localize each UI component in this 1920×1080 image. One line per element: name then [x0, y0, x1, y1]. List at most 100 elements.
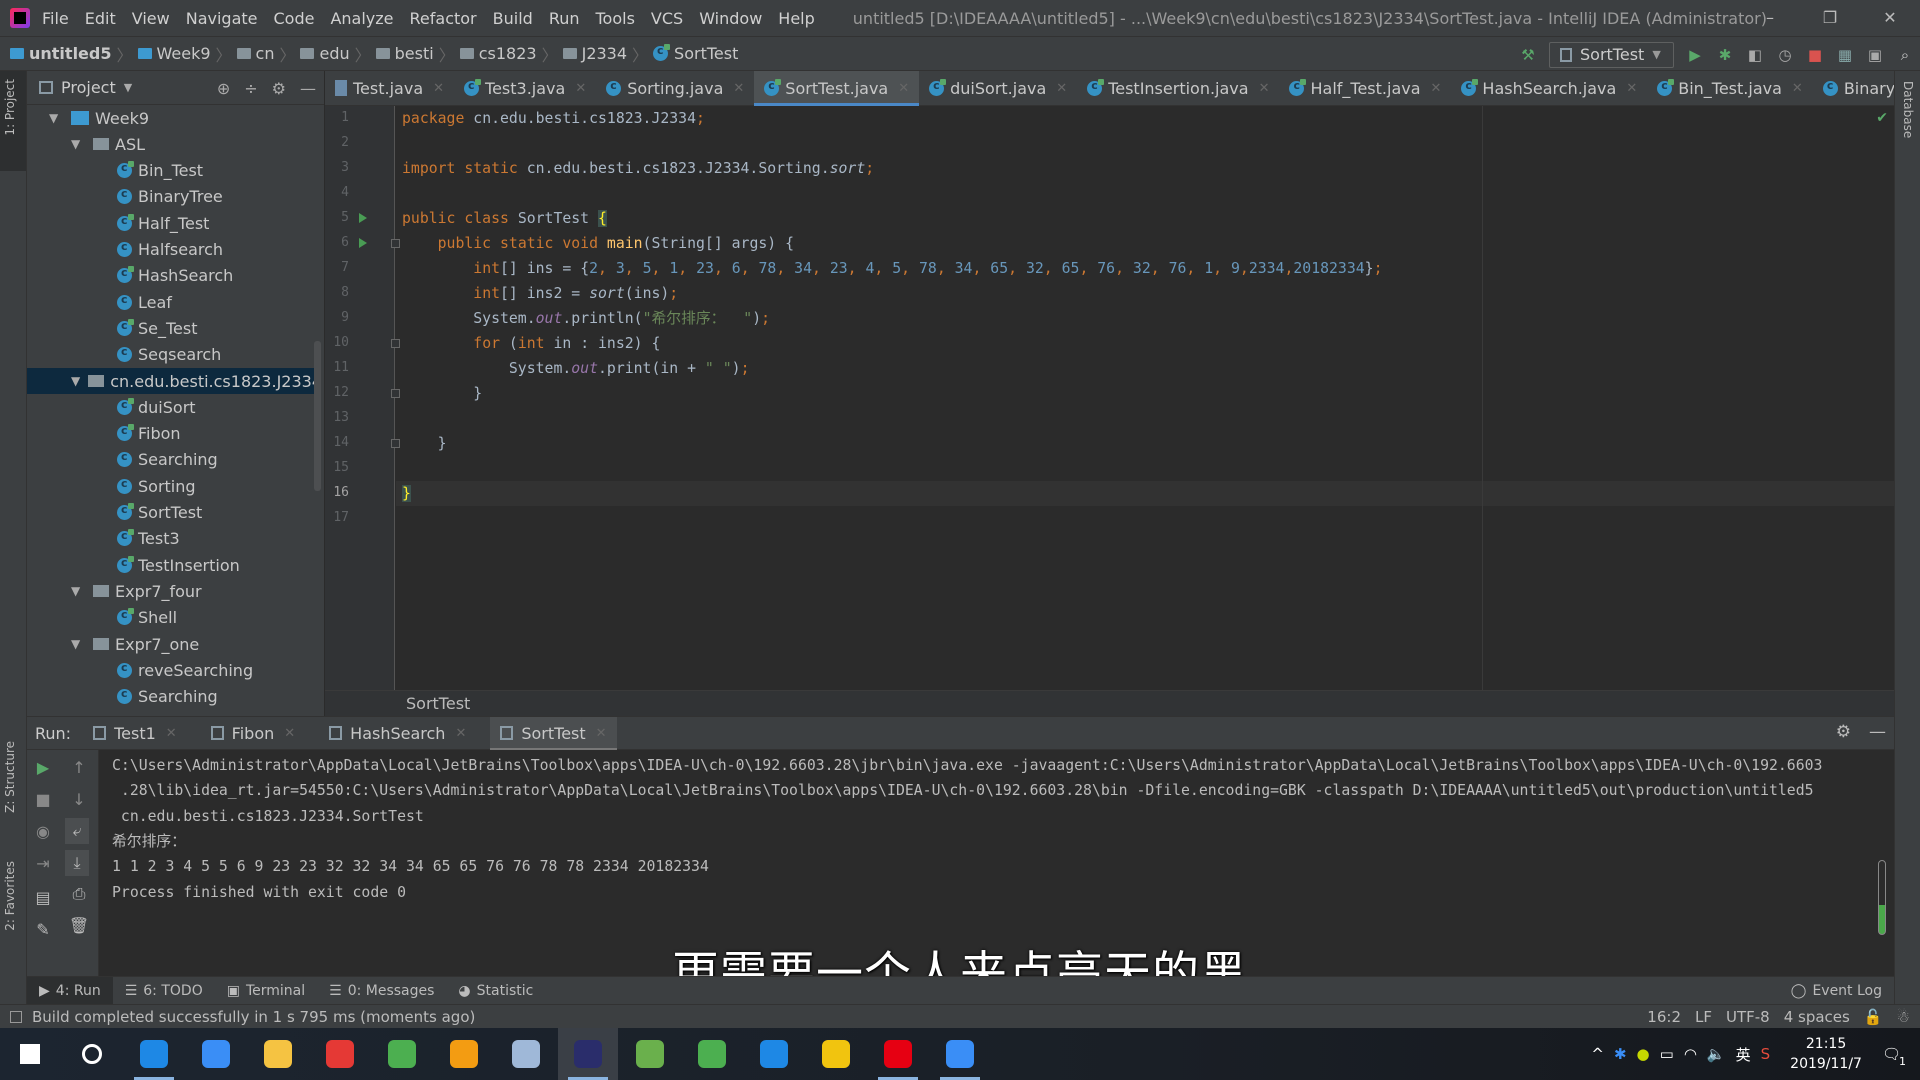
close-tab-icon[interactable]: ✕: [166, 726, 177, 741]
code-line[interactable]: int[] ins2 = sort(ins);: [402, 281, 678, 306]
debug-icon[interactable]: ✱: [1716, 46, 1734, 64]
editor-breadcrumb[interactable]: SortTest: [325, 690, 1894, 716]
taskbar-feishu[interactable]: [186, 1028, 246, 1080]
code-editor[interactable]: 1 2 3 4 5 6 7 8 9 10 11 12 13 14 15 16 17 package cn.edu…: [325, 106, 1894, 716]
menu-navigate[interactable]: Navigate: [186, 9, 258, 28]
tree-item[interactable]: duiSort: [27, 394, 317, 420]
breadcrumb-item[interactable]: cs1823: [479, 44, 537, 63]
menu-edit[interactable]: Edit: [85, 9, 116, 28]
battery-icon[interactable]: ▭: [1660, 1045, 1674, 1063]
tab-testinsertion-java[interactable]: TestInsertion.java ✕: [1077, 71, 1279, 106]
indent-setting[interactable]: 4 spaces: [1784, 1008, 1850, 1026]
tab-sorting-java[interactable]: Sorting.java ✕: [596, 71, 754, 106]
breadcrumb-item[interactable]: J2334: [582, 44, 627, 63]
menu-view[interactable]: View: [132, 9, 170, 28]
taskbar-netease-music[interactable]: [868, 1028, 928, 1080]
tab-sorttest-java[interactable]: SortTest.java ✕: [754, 70, 920, 106]
fold-marker-icon[interactable]: [391, 239, 400, 248]
code-line[interactable]: }: [402, 481, 411, 506]
menu-vcs[interactable]: VCS: [651, 9, 683, 28]
tree-item[interactable]: ▼ Expr7_four: [27, 578, 317, 604]
database-tool-tab[interactable]: Database: [1901, 81, 1915, 138]
close-tab-icon[interactable]: ✕: [596, 726, 607, 741]
tool-statistic[interactable]: ◕ Statistic: [446, 977, 545, 1005]
tool-window-toggle-icon[interactable]: [10, 1010, 22, 1023]
tree-item[interactable]: ▼ Expr7_one: [27, 631, 317, 657]
camera-icon[interactable]: ◉: [31, 822, 55, 841]
inspector-icon[interactable]: ☃: [1897, 1008, 1910, 1026]
soft-wrap-icon[interactable]: ⤶: [65, 818, 89, 844]
code-line[interactable]: for (int in : ins2) {: [402, 331, 660, 356]
tab-test-java[interactable]: Test.java ✕: [325, 71, 454, 106]
close-tab-icon[interactable]: ✕: [1792, 81, 1803, 96]
ime-indicator[interactable]: 英: [1736, 1044, 1751, 1065]
code-line[interactable]: public class SortTest {: [402, 206, 607, 231]
menu-build[interactable]: Build: [493, 9, 533, 28]
code-line[interactable]: int[] ins = {2, 3, 5, 1, 23, 6, 78, 34, …: [402, 256, 1382, 281]
expand-arrow-icon[interactable]: ▼: [49, 111, 63, 125]
close-tab-icon[interactable]: ✕: [1626, 81, 1637, 96]
close-tab-icon[interactable]: ✕: [1056, 81, 1067, 96]
code-line[interactable]: package cn.edu.besti.cs1823.J2334;: [402, 106, 705, 131]
run-tab-hashsearch[interactable]: HashSearch ✕: [319, 717, 476, 750]
taskbar-app-pinwheel[interactable]: [496, 1028, 556, 1080]
tool-4-run[interactable]: ▶ 4: Run: [27, 976, 113, 1005]
scroll-up-icon[interactable]: ↑: [67, 758, 91, 777]
minimize-button[interactable]: –: [1740, 0, 1800, 36]
clear-all-icon[interactable]: 🗑: [67, 916, 91, 935]
taskbar-search[interactable]: [62, 1028, 122, 1080]
tab-duisort-java[interactable]: duiSort.java ✕: [919, 71, 1077, 106]
tree-item[interactable]: ▼ cn.edu.besti.cs1823.J2334: [27, 368, 317, 394]
tab-test3-java[interactable]: Test3.java ✕: [454, 71, 596, 106]
tree-item[interactable]: Test3: [27, 526, 317, 552]
tree-item[interactable]: Bin_Test: [27, 158, 317, 184]
console-scrollbar[interactable]: [1878, 860, 1886, 935]
close-tab-icon[interactable]: ✕: [284, 726, 295, 741]
menu-analyze[interactable]: Analyze: [330, 9, 393, 28]
code-line[interactable]: import static cn.edu.besti.cs1823.J2334.…: [402, 156, 874, 181]
hide-icon[interactable]: —: [300, 79, 316, 98]
expand-arrow-icon[interactable]: ▼: [71, 137, 85, 151]
profile-icon[interactable]: ◷: [1776, 46, 1794, 64]
tree-item[interactable]: reveSearching: [27, 657, 317, 683]
breadcrumb-item[interactable]: edu: [319, 44, 349, 63]
expand-arrow-icon[interactable]: ▼: [71, 637, 85, 651]
expand-arrow-icon[interactable]: ▼: [71, 374, 80, 388]
tool-0-messages[interactable]: ☰ 0: Messages: [317, 977, 446, 1005]
caret-position[interactable]: 16:2: [1647, 1008, 1681, 1026]
taskbar-intellij[interactable]: [558, 1028, 618, 1080]
layout-icon[interactable]: ▤: [31, 888, 55, 907]
taskbar-youdao[interactable]: [310, 1028, 370, 1080]
gear-icon[interactable]: ⚙: [1836, 722, 1851, 742]
tray-expand-icon[interactable]: ^: [1591, 1045, 1604, 1063]
fold-marker-icon[interactable]: [391, 339, 400, 348]
run-config-select[interactable]: SortTest ▼: [1549, 41, 1674, 68]
volume-icon[interactable]: 🔈: [1707, 1045, 1726, 1063]
close-button[interactable]: ✕: [1860, 0, 1920, 36]
tree-item[interactable]: Searching: [27, 447, 317, 473]
taskbar-app-yellow[interactable]: [806, 1028, 866, 1080]
sogou-icon[interactable]: S: [1761, 1045, 1771, 1063]
tree-item[interactable]: Fibon: [27, 421, 317, 447]
taskbar-chrome[interactable]: [372, 1028, 432, 1080]
menu-refactor[interactable]: Refactor: [410, 9, 477, 28]
wifi-icon[interactable]: ◠: [1684, 1045, 1697, 1063]
locate-icon[interactable]: ⊕: [217, 79, 230, 98]
tree-item[interactable]: BinaryTree: [27, 184, 317, 210]
build-hammer-icon[interactable]: ⚒: [1519, 46, 1537, 64]
tab-bin-test-java[interactable]: Bin_Test.java ✕: [1647, 71, 1813, 106]
collapse-all-icon[interactable]: ÷: [244, 79, 257, 98]
tray-app-icon[interactable]: ✱: [1614, 1045, 1627, 1063]
menu-code[interactable]: Code: [274, 9, 315, 28]
project-scrollbar[interactable]: [314, 341, 321, 491]
run-gutter-icon[interactable]: [359, 213, 367, 223]
run-gutter-icon[interactable]: [359, 238, 367, 248]
taskbar-edge[interactable]: [124, 1028, 184, 1080]
close-tab-icon[interactable]: ✕: [733, 81, 744, 96]
breadcrumb-item[interactable]: SortTest: [674, 44, 738, 63]
stop-icon[interactable]: ■: [1806, 46, 1824, 64]
breadcrumb-item[interactable]: cn: [256, 44, 275, 63]
tab-hashsearch-java[interactable]: HashSearch.java ✕: [1451, 71, 1647, 106]
rerun-icon[interactable]: ▶: [31, 758, 55, 777]
tree-item[interactable]: ▼ Week9: [27, 105, 317, 131]
